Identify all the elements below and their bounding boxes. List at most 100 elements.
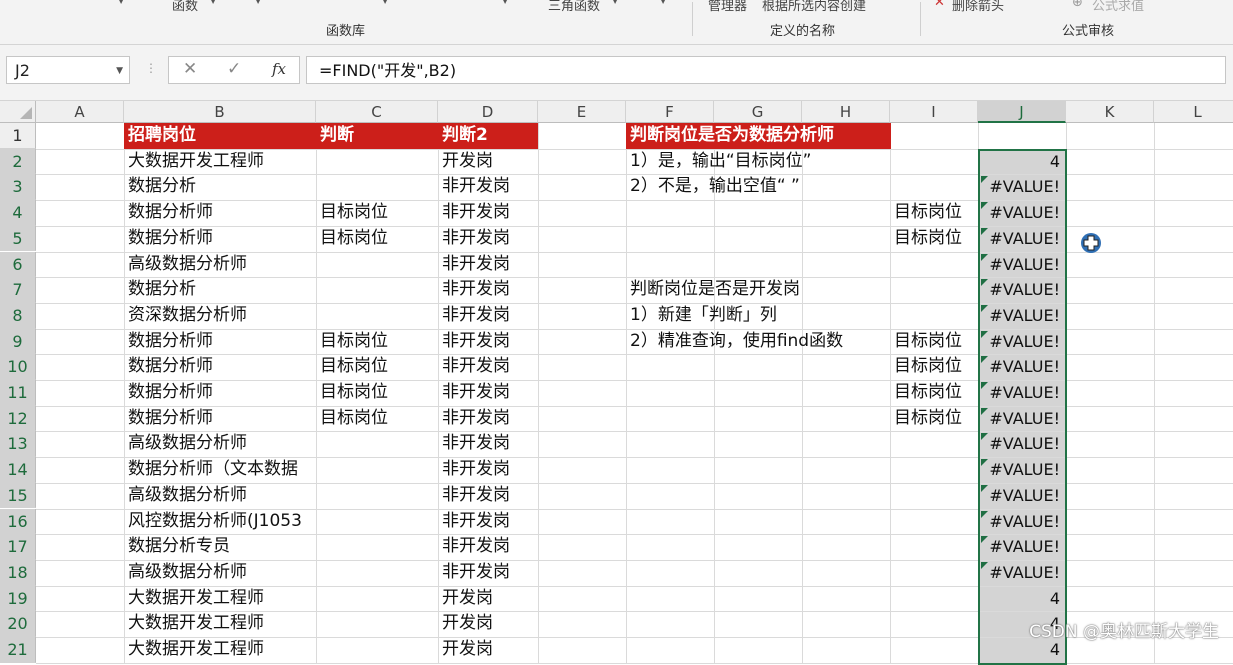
cell-f8[interactable]: 1）新建「判断」列 [626, 303, 978, 329]
cell-d20[interactable]: 开发岗 [438, 611, 538, 637]
cell-d11[interactable]: 非开发岗 [438, 380, 538, 406]
column-header-h[interactable]: H [802, 101, 890, 123]
row-header-11[interactable]: 11 [0, 380, 36, 406]
cell-i10[interactable]: 目标岗位 [890, 354, 978, 380]
cell-b17[interactable]: 数据分析专员 [124, 534, 316, 560]
cell-f2[interactable]: 1）是，输出“目标岗位” [626, 149, 978, 175]
header-cell-c[interactable]: 判断 [316, 123, 438, 149]
cell-j8[interactable]: #VALUE! [978, 303, 1066, 329]
insert-function-icon[interactable]: fx [272, 60, 286, 78]
row-header-15[interactable]: 15 [0, 482, 36, 509]
cell-i5[interactable]: 目标岗位 [890, 226, 978, 252]
cell-j11[interactable]: #VALUE! [978, 380, 1066, 406]
cell-d15[interactable]: 非开发岗 [438, 483, 538, 509]
cell-d16[interactable]: 非开发岗 [438, 509, 538, 535]
cell-c10[interactable]: 目标岗位 [316, 354, 438, 380]
ribbon-remove-arrows[interactable]: 删除箭头 [952, 0, 1004, 14]
row-header-4[interactable]: 4 [0, 200, 36, 226]
cell-j4[interactable]: #VALUE! [978, 200, 1066, 226]
chevron-down-icon[interactable]: ▼ [118, 0, 124, 5]
chevron-down-icon[interactable]: ▼ [255, 0, 261, 5]
cell-b3[interactable]: 数据分析 [124, 174, 316, 200]
cell-j10[interactable]: #VALUE! [978, 354, 1066, 380]
formula-input[interactable]: =FIND("开发",B2) [306, 56, 1226, 84]
cell-b21[interactable]: 大数据开发工程师 [124, 637, 316, 663]
row-header-10[interactable]: 10 [0, 354, 36, 380]
cell-j13[interactable]: #VALUE! [978, 431, 1066, 457]
cell-f7[interactable]: 判断岗位是否是开发岗 [626, 277, 978, 303]
cell-j5[interactable]: #VALUE! [978, 226, 1066, 252]
header-cell-b[interactable]: 招聘岗位 [124, 123, 316, 149]
column-header-d[interactable]: D [438, 101, 538, 123]
ribbon-name-manager[interactable]: 管理器 [708, 0, 747, 14]
cell-b9[interactable]: 数据分析师 [124, 329, 316, 355]
cell-d19[interactable]: 开发岗 [438, 586, 538, 612]
cell-j18[interactable]: #VALUE! [978, 560, 1066, 586]
cell-d7[interactable]: 非开发岗 [438, 277, 538, 303]
cell-b19[interactable]: 大数据开发工程师 [124, 586, 316, 612]
cell-b7[interactable]: 数据分析 [124, 277, 316, 303]
column-header-a[interactable]: A [36, 101, 124, 123]
row-header-9[interactable]: 9 [0, 328, 36, 355]
row-header-7[interactable]: 7 [0, 277, 36, 303]
cell-j17[interactable]: #VALUE! [978, 534, 1066, 560]
cell-j7[interactable]: #VALUE! [978, 277, 1066, 303]
cell-d13[interactable]: 非开发岗 [438, 431, 538, 457]
row-header-2[interactable]: 2 [0, 148, 36, 175]
cell-c4[interactable]: 目标岗位 [316, 200, 438, 226]
row-header-6[interactable]: 6 [0, 251, 36, 278]
cell-d5[interactable]: 非开发岗 [438, 226, 538, 252]
cell-d6[interactable]: 非开发岗 [438, 252, 538, 278]
cell-b11[interactable]: 数据分析师 [124, 380, 316, 406]
header-cell-f[interactable]: 判断岗位是否为数据分析师 [626, 123, 891, 149]
column-header-f[interactable]: F [626, 101, 714, 123]
column-header-i[interactable]: I [890, 101, 978, 123]
cell-d10[interactable]: 非开发岗 [438, 354, 538, 380]
row-header-5[interactable]: 5 [0, 225, 36, 252]
cell-j14[interactable]: #VALUE! [978, 457, 1066, 483]
column-header-k[interactable]: K [1066, 101, 1154, 123]
row-header-21[interactable]: 21 [0, 637, 36, 663]
ribbon-trig-item[interactable]: 三角函数 [548, 0, 600, 14]
name-box[interactable]: J2 ▼ [6, 56, 130, 84]
cell-d8[interactable]: 非开发岗 [438, 303, 538, 329]
chevron-down-icon[interactable]: ▼ [116, 57, 123, 85]
cell-j2[interactable]: 4 [978, 149, 1066, 175]
row-header-1[interactable]: 1 [0, 123, 36, 149]
enter-icon[interactable]: ✓ [227, 59, 241, 79]
cell-b6[interactable]: 高级数据分析师 [124, 252, 316, 278]
cell-d2[interactable]: 开发岗 [438, 149, 538, 175]
cell-b10[interactable]: 数据分析师 [124, 354, 316, 380]
cell-c5[interactable]: 目标岗位 [316, 226, 438, 252]
cell-c11[interactable]: 目标岗位 [316, 380, 438, 406]
cell-b16[interactable]: 风控数据分析师(J1053 [124, 509, 438, 535]
row-header-12[interactable]: 12 [0, 405, 36, 432]
row-header-8[interactable]: 8 [0, 302, 36, 329]
cell-j12[interactable]: #VALUE! [978, 406, 1066, 432]
row-header-16[interactable]: 16 [0, 508, 36, 535]
cell-d18[interactable]: 非开发岗 [438, 560, 538, 586]
cell-d21[interactable]: 开发岗 [438, 637, 538, 663]
column-header-b[interactable]: B [124, 101, 316, 123]
column-header-c[interactable]: C [316, 101, 438, 123]
cell-i9[interactable]: 目标岗位 [890, 329, 978, 355]
cell-b18[interactable]: 高级数据分析师 [124, 560, 316, 586]
cell-b15[interactable]: 高级数据分析师 [124, 483, 316, 509]
ribbon-function-item[interactable]: 函数 [172, 0, 198, 14]
cell-d9[interactable]: 非开发岗 [438, 329, 538, 355]
cell-b12[interactable]: 数据分析师 [124, 406, 316, 432]
cell-b5[interactable]: 数据分析师 [124, 226, 316, 252]
row-header-20[interactable]: 20 [0, 611, 36, 637]
cancel-icon[interactable]: ✕ [183, 59, 197, 79]
cell-c12[interactable]: 目标岗位 [316, 406, 438, 432]
cell-i4[interactable]: 目标岗位 [890, 200, 978, 226]
cell-d12[interactable]: 非开发岗 [438, 406, 538, 432]
cell-f3[interactable]: 2）不是，输出空值“ ” [626, 174, 978, 200]
cell-d4[interactable]: 非开发岗 [438, 200, 538, 226]
select-all-corner[interactable] [0, 101, 36, 123]
ribbon-create-from-selection[interactable]: 根据所选内容创建 [762, 0, 866, 14]
chevron-down-icon[interactable]: ▼ [210, 0, 216, 5]
chevron-down-icon[interactable]: ▼ [502, 0, 508, 5]
row-header-14[interactable]: 14 [0, 457, 36, 483]
cell-j3[interactable]: #VALUE! [978, 174, 1066, 200]
